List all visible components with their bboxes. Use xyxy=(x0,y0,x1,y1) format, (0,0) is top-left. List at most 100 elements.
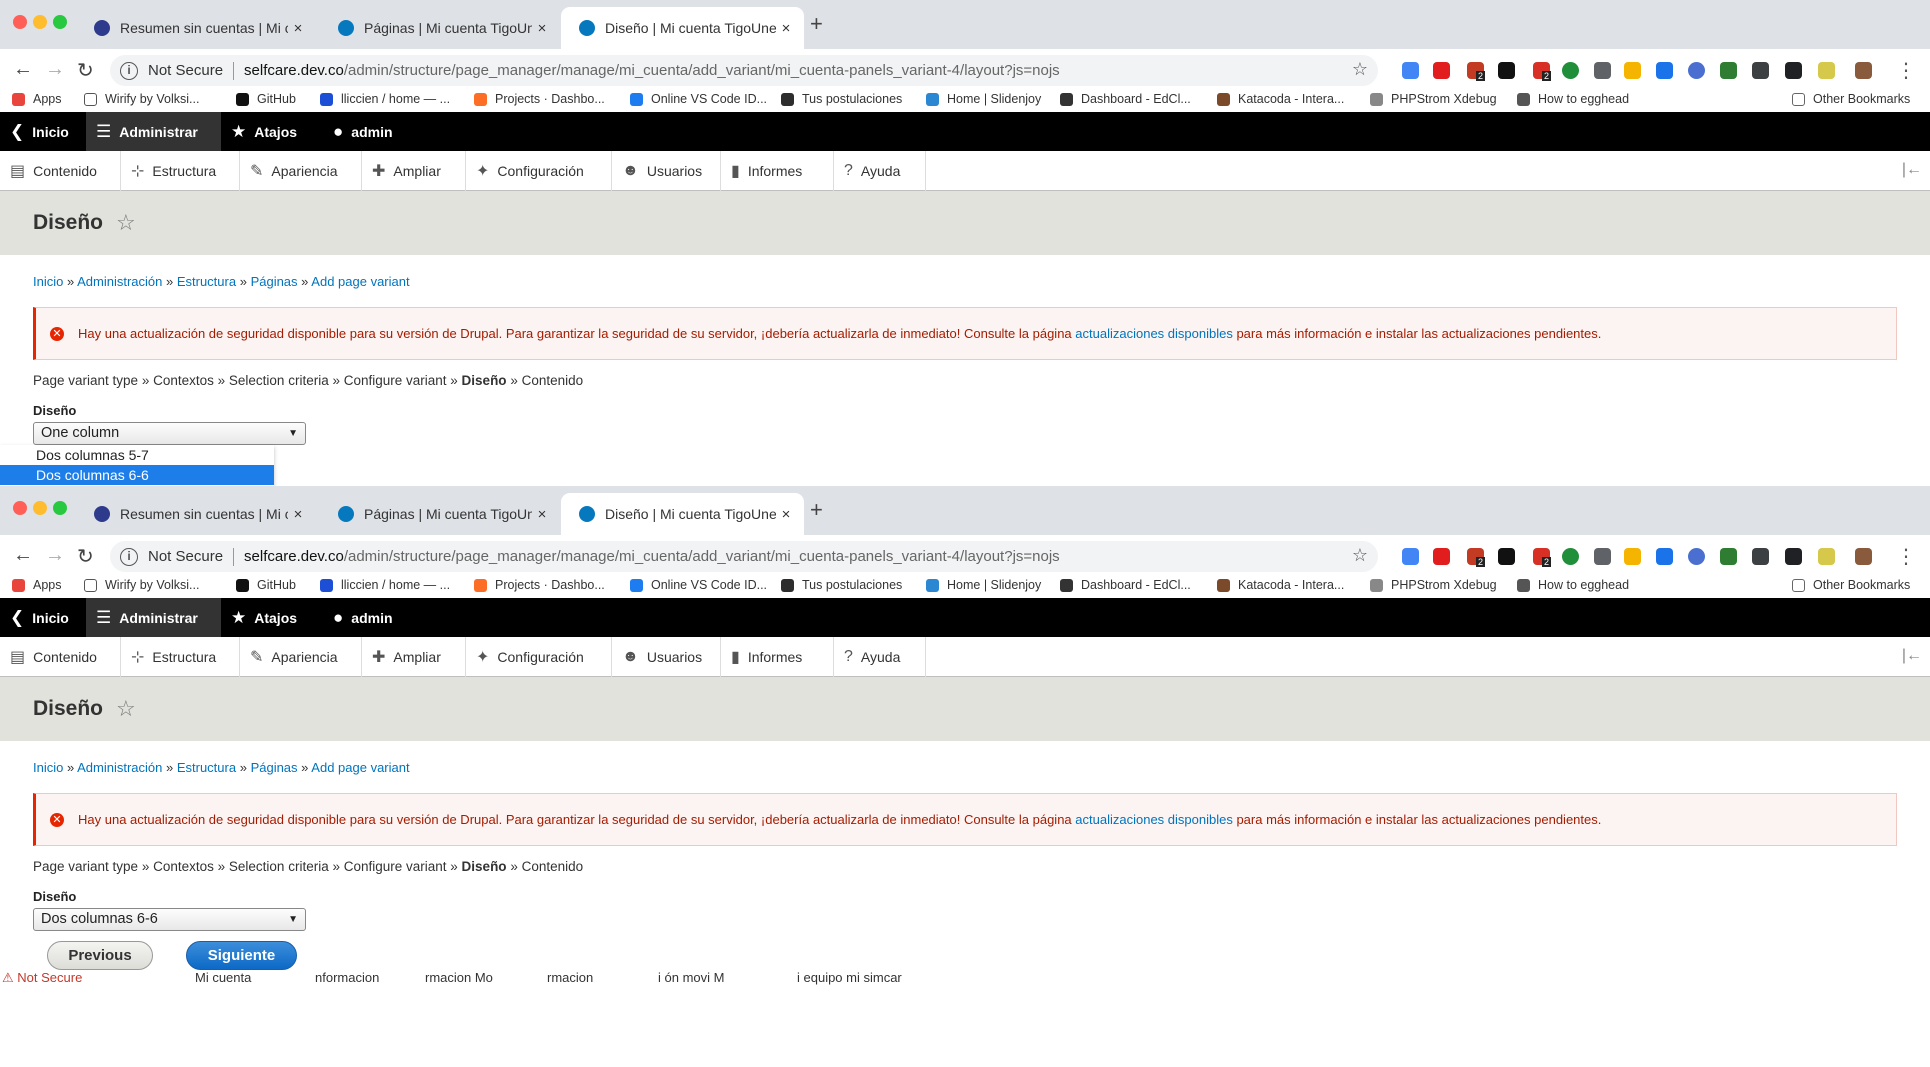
breadcrumb-link[interactable]: Estructura xyxy=(177,760,236,775)
extension-icon[interactable] xyxy=(1624,548,1641,565)
extension-icon[interactable] xyxy=(1656,548,1673,565)
breadcrumb-link[interactable]: Administración xyxy=(77,760,162,775)
reload-button[interactable]: ↻ xyxy=(77,544,94,569)
extension-icon[interactable] xyxy=(1752,62,1769,79)
tray-item[interactable]: ⊹ Estructura xyxy=(121,637,240,677)
tray-item[interactable]: ▤ Contenido xyxy=(0,637,121,677)
breadcrumb-link[interactable]: Administración xyxy=(77,274,162,289)
tray-item[interactable]: ▮ Informes xyxy=(721,637,834,677)
extension-icon[interactable] xyxy=(1785,62,1802,79)
info-icon[interactable]: i xyxy=(120,61,138,80)
tab-close-icon[interactable]: × xyxy=(288,20,308,37)
reload-button[interactable]: ↻ xyxy=(77,58,94,83)
extension-icon[interactable] xyxy=(1433,62,1450,79)
tab-close-icon[interactable]: × xyxy=(776,20,796,37)
other-bookmarks[interactable]: Other Bookmarks xyxy=(1792,578,1910,592)
bookmark-item[interactable]: GitHub xyxy=(236,578,296,592)
tab-close-icon[interactable]: × xyxy=(532,506,552,523)
tray-item[interactable]: ▮ Informes xyxy=(721,151,834,191)
extension-icon[interactable] xyxy=(1688,62,1705,79)
breadcrumb-link[interactable]: Inicio xyxy=(33,760,63,775)
tray-item[interactable]: ☻ Usuarios xyxy=(612,151,721,191)
maximize-window-button[interactable] xyxy=(53,15,67,29)
tray-item[interactable]: ✚ Ampliar xyxy=(362,151,466,191)
new-tab-button[interactable]: + xyxy=(810,497,823,523)
extension-icon[interactable] xyxy=(1785,548,1802,565)
new-tab-button[interactable]: + xyxy=(810,11,823,37)
toolbar-item-administrar[interactable]: ☰ Administrar xyxy=(86,112,221,151)
shortcut-star-icon[interactable]: ☆ xyxy=(116,696,136,722)
back-button[interactable]: ← xyxy=(13,58,33,81)
toolbar-item-inicio[interactable]: ❮ Inicio xyxy=(0,598,86,637)
bookmark-item[interactable]: lliccien / home — ... xyxy=(320,578,450,592)
extension-icon[interactable] xyxy=(1562,62,1579,79)
bookmark-item[interactable]: Dashboard - EdCl... xyxy=(1060,578,1191,592)
bookmark-item[interactable]: Projects · Dashbo... xyxy=(474,578,605,592)
bookmark-item[interactable]: lliccien / home — ... xyxy=(320,92,450,106)
tray-item[interactable]: ☻ Usuarios xyxy=(612,637,721,677)
extension-icon[interactable] xyxy=(1402,548,1419,565)
forward-button[interactable]: → xyxy=(45,544,65,567)
toolbar-item-administrar[interactable]: ☰ Administrar xyxy=(86,598,221,637)
tray-item[interactable]: ✚ Ampliar xyxy=(362,637,466,677)
tab-close-icon[interactable]: × xyxy=(288,506,308,523)
bookmark-item[interactable]: PHPStrom Xdebug xyxy=(1370,92,1497,106)
bookmark-item[interactable]: Katacoda - Intera... xyxy=(1217,92,1344,106)
browser-menu-icon[interactable]: ⋮ xyxy=(1896,544,1916,569)
shortcut-star-icon[interactable]: ☆ xyxy=(116,210,136,236)
extension-icon[interactable] xyxy=(1818,62,1835,79)
tray-item[interactable]: ✦ Configuración xyxy=(466,151,612,191)
breadcrumb-link[interactable]: Add page variant xyxy=(311,274,409,289)
close-window-button[interactable] xyxy=(13,15,27,29)
dropdown-option[interactable]: Dos columnas 5-7 xyxy=(0,445,274,465)
toolbar-item-atajos[interactable]: ★ Atajos xyxy=(221,598,323,637)
orientation-toggle-icon[interactable]: |← xyxy=(1902,161,1922,179)
extension-icon[interactable] xyxy=(1498,548,1515,565)
previous-button[interactable]: Previous xyxy=(47,941,153,970)
extension-icon[interactable] xyxy=(1720,548,1737,565)
bookmark-item[interactable]: Online VS Code ID... xyxy=(630,578,767,592)
bookmark-item[interactable]: Tus postulaciones xyxy=(781,578,902,592)
browser-menu-icon[interactable]: ⋮ xyxy=(1896,58,1916,83)
extension-icon[interactable] xyxy=(1562,548,1579,565)
tray-item[interactable]: ? Ayuda xyxy=(834,637,926,677)
bookmark-item[interactable]: How to egghead xyxy=(1517,92,1629,106)
extension-icon[interactable] xyxy=(1656,62,1673,79)
browser-tab[interactable]: Resumen sin cuentas | Mi cuen× xyxy=(76,493,316,535)
close-window-button[interactable] xyxy=(13,501,27,515)
tray-item[interactable]: ? Ayuda xyxy=(834,151,926,191)
extension-icon[interactable] xyxy=(1433,548,1450,565)
tray-item[interactable]: ⊹ Estructura xyxy=(121,151,240,191)
tab-close-icon[interactable]: × xyxy=(776,506,796,523)
breadcrumb-link[interactable]: Estructura xyxy=(177,274,236,289)
tray-item[interactable]: ▤ Contenido xyxy=(0,151,121,191)
extension-icon[interactable] xyxy=(1594,548,1611,565)
dropdown-option[interactable]: Dos columnas 6-6 xyxy=(0,465,274,485)
info-icon[interactable]: i xyxy=(120,547,138,566)
browser-tab[interactable]: Resumen sin cuentas | Mi cuen× xyxy=(76,7,316,49)
minimize-window-button[interactable] xyxy=(33,501,47,515)
extension-icon[interactable] xyxy=(1402,62,1419,79)
extension-icon[interactable] xyxy=(1855,548,1872,565)
url-bar[interactable]: i Not Secure selfcare.dev.co/admin/structu… xyxy=(110,541,1378,572)
bookmark-star-icon[interactable]: ☆ xyxy=(1352,59,1368,80)
extension-icon[interactable] xyxy=(1855,62,1872,79)
breadcrumb-link[interactable]: Páginas xyxy=(251,274,298,289)
bookmark-item[interactable]: Apps xyxy=(12,92,62,106)
extension-icon[interactable] xyxy=(1818,548,1835,565)
bookmark-item[interactable]: GitHub xyxy=(236,92,296,106)
toolbar-item-atajos[interactable]: ★ Atajos xyxy=(221,112,323,151)
bookmark-item[interactable]: Tus postulaciones xyxy=(781,92,902,106)
other-bookmarks[interactable]: Other Bookmarks xyxy=(1792,92,1910,106)
layout-select[interactable]: Dos columnas 6-6 ▼ xyxy=(33,908,306,931)
bookmark-item[interactable]: How to egghead xyxy=(1517,578,1629,592)
extension-icon[interactable] xyxy=(1688,548,1705,565)
breadcrumb-link[interactable]: Add page variant xyxy=(311,760,409,775)
available-updates-link[interactable]: actualizaciones disponibles xyxy=(1075,812,1233,827)
browser-tab[interactable]: Diseño | Mi cuenta TigoUne × xyxy=(561,493,804,535)
bookmark-item[interactable]: Katacoda - Intera... xyxy=(1217,578,1344,592)
layout-select[interactable]: One column ▼ xyxy=(33,422,306,445)
breadcrumb-link[interactable]: Páginas xyxy=(251,760,298,775)
extension-icon[interactable] xyxy=(1624,62,1641,79)
tray-item[interactable]: ✎ Apariencia xyxy=(240,637,362,677)
